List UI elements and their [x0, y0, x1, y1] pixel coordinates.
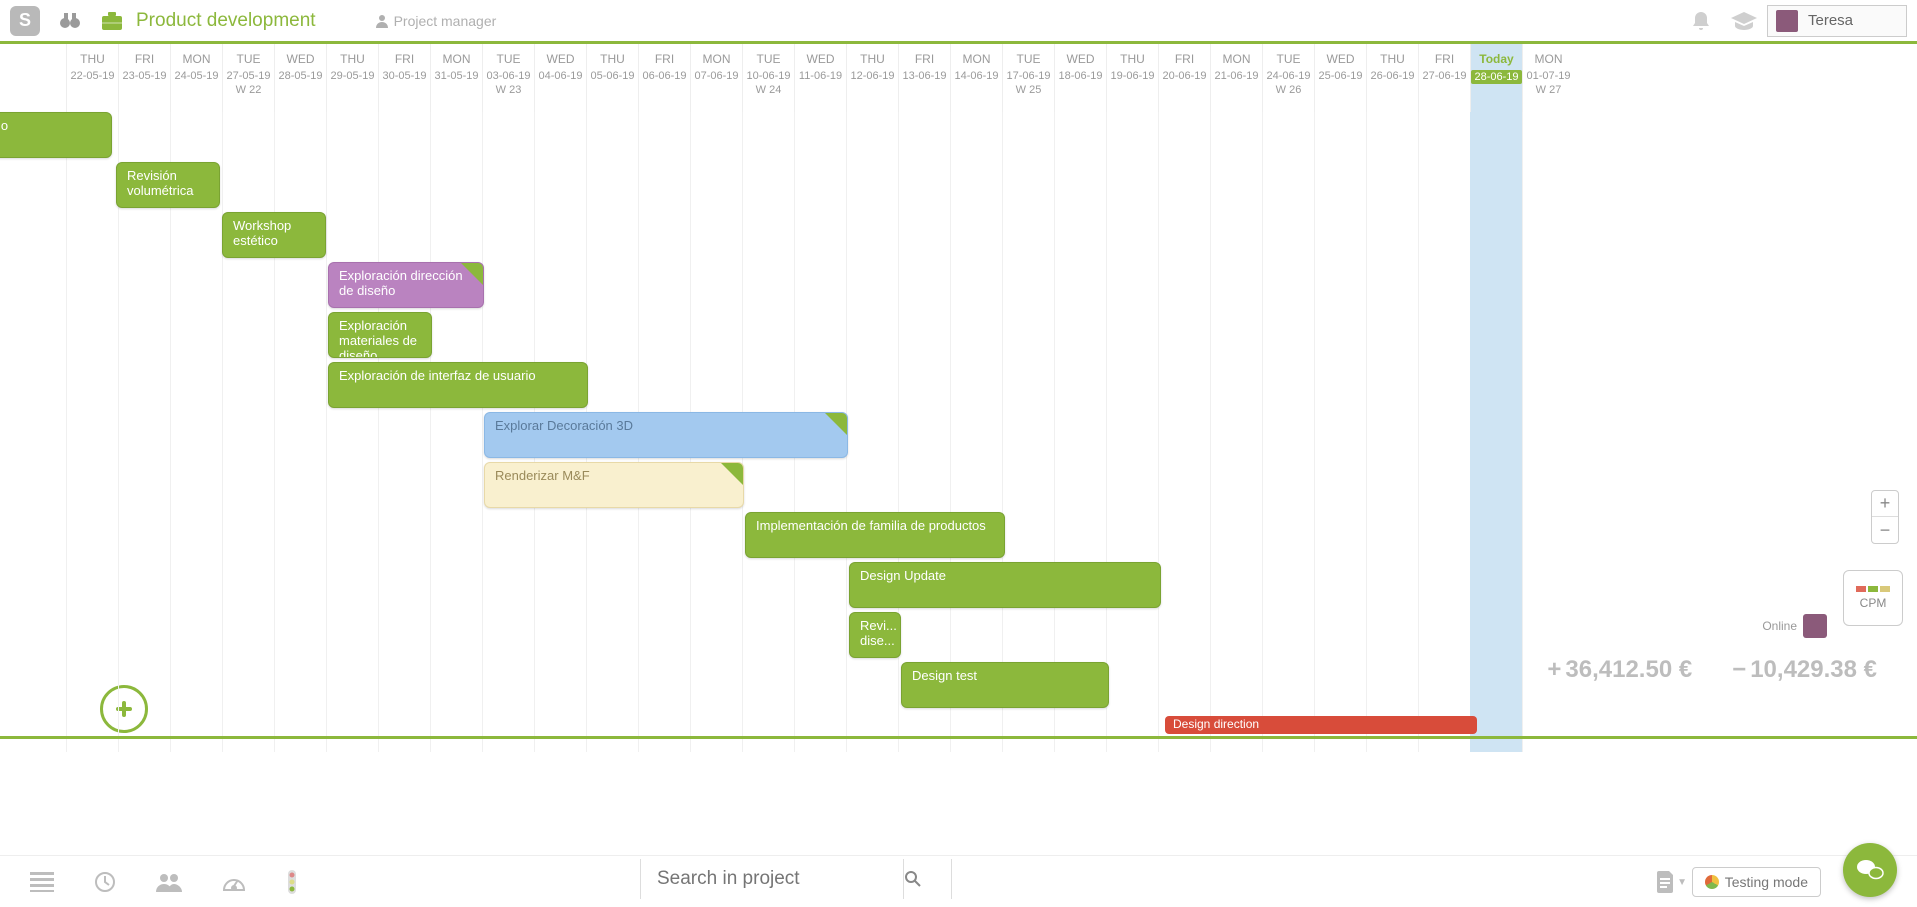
clock-icon[interactable]	[94, 871, 116, 893]
timeline-column[interactable]: Today28-06-19	[1470, 44, 1522, 112]
timeline-column[interactable]: THU22-05-19	[66, 44, 118, 112]
gantt-task-bar[interactable]: Design Update	[849, 562, 1161, 608]
dashboard-icon[interactable]	[222, 872, 246, 892]
search-button[interactable]	[904, 859, 952, 899]
timeline-column[interactable]	[0, 44, 66, 112]
finance-summary: 36,412.50 € 10,429.38 €	[1547, 656, 1877, 684]
person-icon	[376, 14, 388, 28]
traffic-light-icon[interactable]	[286, 870, 298, 894]
timeline-column[interactable]: WED11-06-19	[794, 44, 846, 112]
timeline-column[interactable]: THU19-06-19	[1106, 44, 1158, 112]
timeline-column[interactable]: FRI13-06-19	[898, 44, 950, 112]
testing-mode-label: Testing mode	[1725, 874, 1808, 890]
search-container	[640, 859, 952, 899]
divider	[0, 736, 1917, 739]
timeline-column[interactable]: TUE10-06-19W 24	[742, 44, 794, 112]
timeline-column[interactable]: TUE03-06-19W 23	[482, 44, 534, 112]
gantt-milestone-bar[interactable]: Design direction	[1165, 716, 1477, 734]
timeline-column[interactable]: THU26-06-19	[1366, 44, 1418, 112]
expense-value: 10,429.38 €	[1732, 656, 1877, 684]
timeline-column[interactable]: MON01-07-19W 27	[1522, 44, 1574, 112]
app-logo-icon[interactable]: S	[10, 6, 40, 36]
timeline-column[interactable]: TUE17-06-19W 25	[1002, 44, 1054, 112]
timeline-column[interactable]: WED18-06-19	[1054, 44, 1106, 112]
income-value: 36,412.50 €	[1547, 656, 1692, 684]
timeline-column[interactable]: WED04-06-19	[534, 44, 586, 112]
project-manager-label[interactable]: Project manager	[376, 13, 497, 29]
zoom-in-button[interactable]: +	[1872, 491, 1898, 517]
top-header: S Product development Project manager Te…	[0, 0, 1917, 44]
timeline-column[interactable]: THU29-05-19	[326, 44, 378, 112]
gantt-task-bar[interactable]: Exploración materiales de diseño	[328, 312, 432, 358]
timeline-column[interactable]: MON24-05-19	[170, 44, 222, 112]
gantt-task-bar[interactable]: Implementación de familia de productos	[745, 512, 1005, 558]
online-avatar-icon	[1803, 614, 1827, 638]
cpm-icon	[1856, 586, 1890, 592]
gantt-task-bar[interactable]: Exploración de interfaz de usuario	[328, 362, 588, 408]
timeline-column[interactable]: FRI23-05-19	[118, 44, 170, 112]
timeline-column[interactable]: MON31-05-19	[430, 44, 482, 112]
gantt-task-bar[interactable]: Revi... dise...	[849, 612, 901, 658]
testing-mode-button[interactable]: Testing mode	[1692, 867, 1821, 897]
bell-icon[interactable]	[1691, 10, 1711, 32]
project-title[interactable]: Product development	[136, 10, 316, 32]
document-menu[interactable]: ▼	[1657, 871, 1687, 893]
timeline-column[interactable]: THU05-06-19	[586, 44, 638, 112]
user-avatar-icon	[1776, 10, 1798, 32]
bottom-toolbar	[0, 855, 1917, 907]
zoom-out-button[interactable]: −	[1872, 517, 1898, 543]
list-view-icon[interactable]	[30, 872, 54, 892]
gantt-task-bar[interactable]: Design test	[901, 662, 1109, 708]
gantt-task-bar[interactable]: shop de o	[0, 112, 112, 158]
team-icon[interactable]	[156, 872, 182, 892]
binoculars-icon[interactable]	[58, 9, 82, 33]
chat-button[interactable]	[1843, 843, 1897, 897]
project-manager-text: Project manager	[394, 13, 497, 29]
online-label: Online	[1762, 619, 1797, 633]
timeline-column[interactable]: FRI06-06-19	[638, 44, 690, 112]
gantt-task-bar[interactable]: Renderizar M&F	[484, 462, 744, 508]
briefcase-icon[interactable]	[100, 11, 124, 31]
timeline-column[interactable]: FRI30-05-19	[378, 44, 430, 112]
gantt-task-bar[interactable]: Revisión volumétrica	[116, 162, 220, 208]
zoom-controls: + −	[1871, 490, 1899, 544]
timeline-column[interactable]: MON21-06-19	[1210, 44, 1262, 112]
gantt-task-bar[interactable]: Explorar Decoración 3D	[484, 412, 848, 458]
timeline-column[interactable]: WED25-06-19	[1314, 44, 1366, 112]
timeline-column[interactable]: TUE27-05-19W 22	[222, 44, 274, 112]
user-menu[interactable]: Teresa	[1767, 5, 1907, 37]
gantt-task-bar[interactable]: Exploración dirección de diseño	[328, 262, 484, 308]
timeline-column[interactable]: FRI20-06-19	[1158, 44, 1210, 112]
online-status: Online	[1762, 614, 1827, 638]
testing-mode-icon	[1705, 875, 1719, 889]
chat-icon	[1856, 858, 1884, 882]
timeline-header: THU22-05-19FRI23-05-19MON24-05-19TUE27-0…	[0, 44, 1917, 112]
timeline-column[interactable]: THU12-06-19	[846, 44, 898, 112]
cpm-label: CPM	[1860, 596, 1887, 610]
graduation-cap-icon[interactable]	[1731, 12, 1757, 30]
timeline-column[interactable]: TUE24-06-19W 26	[1262, 44, 1314, 112]
cpm-button[interactable]: CPM	[1843, 570, 1903, 626]
search-input[interactable]	[640, 859, 904, 899]
timeline-column[interactable]: FRI27-06-19	[1418, 44, 1470, 112]
timeline-column[interactable]: MON07-06-19	[690, 44, 742, 112]
user-name: Teresa	[1808, 12, 1853, 29]
timeline-column[interactable]: MON14-06-19	[950, 44, 1002, 112]
timeline-column[interactable]: WED28-05-19	[274, 44, 326, 112]
search-icon	[904, 870, 922, 888]
gantt-task-bar[interactable]: Workshop estético	[222, 212, 326, 258]
